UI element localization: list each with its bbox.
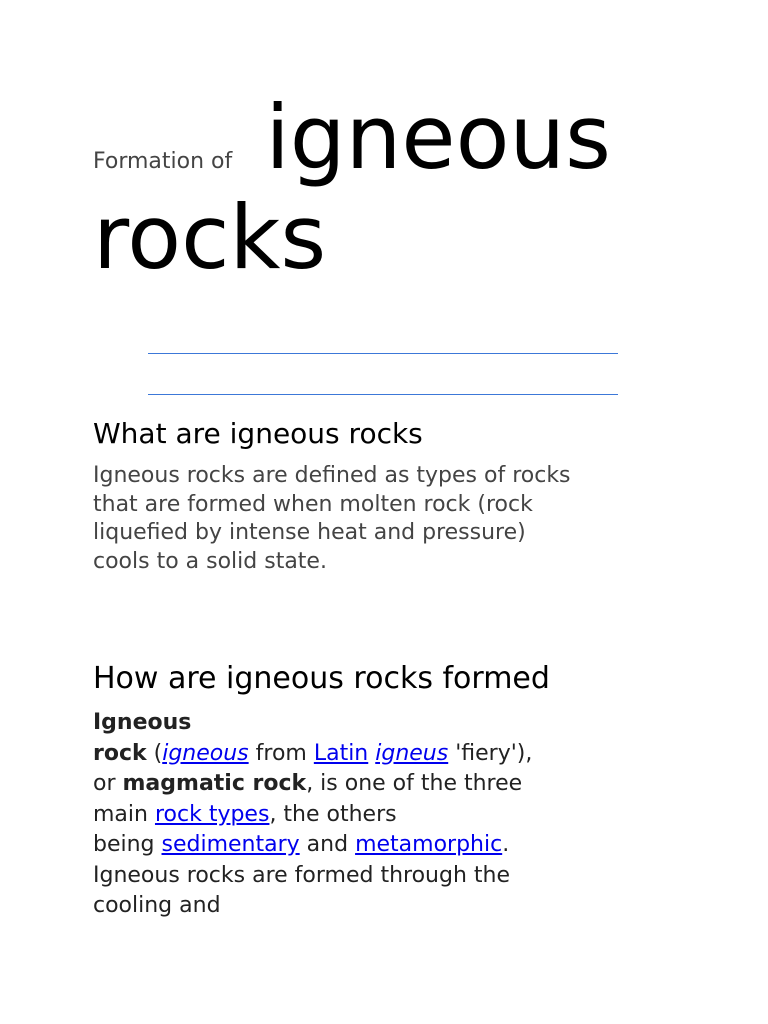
section-paragraph-how: Igneous rock (igneous from Latin igneus …: [93, 708, 532, 922]
section-heading-what: What are igneous rocks: [93, 417, 423, 450]
section-paragraph-what: Igneous rocks are defined as types of ro…: [93, 462, 571, 576]
link-metamorphic[interactable]: metamorphic: [355, 832, 502, 857]
page-title-line-1: Formation of igneous: [93, 88, 611, 188]
title-prefix: Formation of: [93, 149, 233, 174]
text: (: [146, 740, 163, 766]
link-igneous[interactable]: igneous: [162, 741, 248, 766]
title-word-igneous: igneous: [265, 86, 612, 189]
link-latin[interactable]: Latin: [314, 741, 368, 766]
divider-bottom: [148, 394, 618, 395]
bold-term: rock: [93, 740, 147, 766]
text: or: [93, 771, 123, 796]
text: , is one of the three: [306, 771, 523, 796]
paragraph-line: cooling and: [93, 893, 221, 918]
link-igneus[interactable]: igneus: [375, 741, 448, 766]
title-word-rocks: rocks: [93, 186, 327, 289]
text: from: [248, 740, 314, 766]
divider-top: [148, 353, 618, 354]
text: and: [299, 832, 356, 857]
text: 'fiery'),: [448, 740, 533, 766]
paragraph-line: that are formed when molten rock (rock: [93, 491, 533, 517]
bold-term: magmatic rock: [122, 771, 307, 796]
text: main: [93, 801, 155, 827]
paragraph-line: Igneous rocks are defined as types of ro…: [93, 463, 571, 488]
paragraph-line: Igneous rocks are formed through the: [93, 862, 511, 888]
link-rock-types[interactable]: rock types: [155, 802, 269, 827]
text: .: [502, 832, 510, 857]
paragraph-line: cools to a solid state.: [93, 548, 327, 574]
text: being: [93, 832, 162, 857]
text: , the others: [269, 801, 397, 827]
paragraph-line: liquefied by intense heat and pressure): [93, 520, 526, 545]
section-heading-how: How are igneous rocks formed: [93, 661, 550, 696]
link-sedimentary[interactable]: sedimentary: [162, 832, 300, 857]
bold-term: Igneous: [93, 710, 192, 735]
